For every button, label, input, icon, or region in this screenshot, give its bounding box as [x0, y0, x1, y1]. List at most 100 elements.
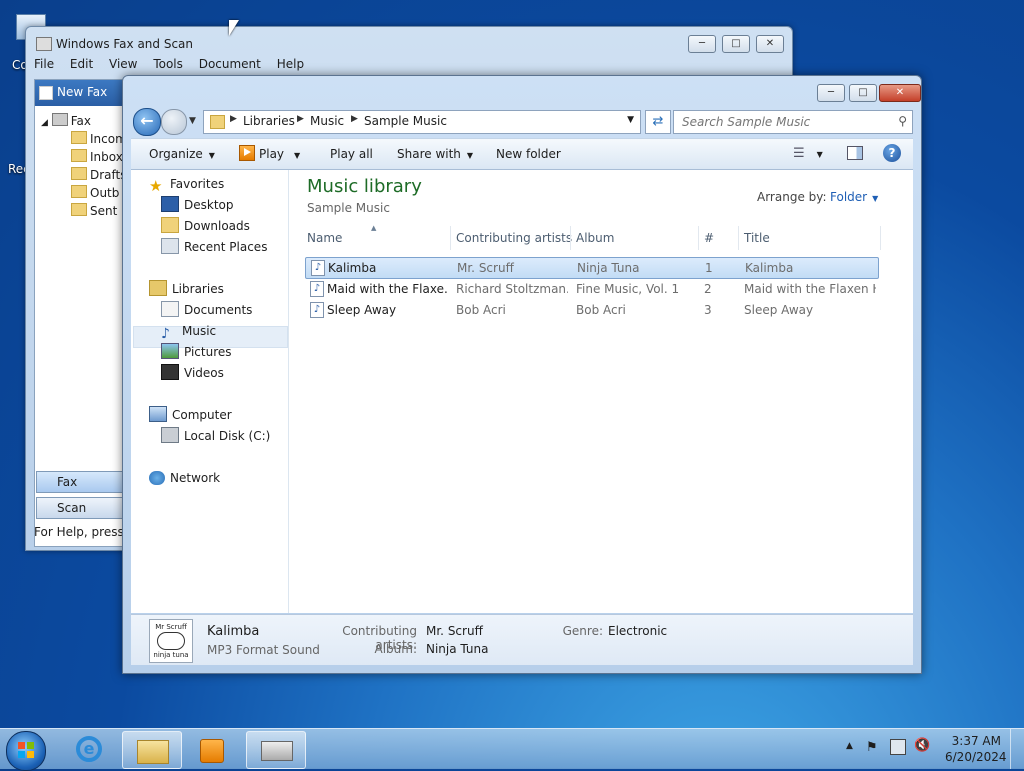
address-dropdown[interactable]: ▼: [627, 115, 634, 125]
nav-music[interactable]: ♪ Music: [161, 321, 216, 342]
show-desktop-button[interactable]: [1010, 729, 1024, 769]
pencil-icon: [71, 167, 87, 180]
taskbar-windows-explorer[interactable]: [122, 731, 182, 769]
menu-document[interactable]: Document: [199, 57, 261, 71]
tree-item-drafts[interactable]: Drafts: [41, 166, 127, 184]
search-input[interactable]: [680, 113, 884, 131]
minimize-button[interactable]: ─: [817, 84, 845, 102]
tab-fax[interactable]: Fax: [36, 471, 132, 493]
column-divider[interactable]: [698, 226, 699, 250]
details-artists-value[interactable]: Mr. Scruff: [426, 624, 483, 638]
sort-ascending-icon: ▲: [371, 224, 377, 232]
details-genre-label: Genre:: [562, 624, 603, 638]
organize-button[interactable]: Organize ▼: [149, 147, 215, 161]
fax-view-tabs: Fax Scan: [36, 471, 132, 523]
cell-title: Sleep Away: [744, 303, 814, 317]
maximize-button[interactable]: □: [849, 84, 877, 102]
music-file-icon: ♪: [310, 302, 324, 318]
arrange-by-dropdown[interactable]: Folder ▼: [830, 190, 878, 204]
network-icon[interactable]: [890, 739, 906, 755]
search-box[interactable]: ⚲: [673, 110, 913, 134]
back-button[interactable]: ←: [133, 108, 161, 136]
star-icon: ★: [149, 177, 163, 195]
menu-tools[interactable]: Tools: [153, 57, 183, 71]
table-row[interactable]: ♪ Sleep Away Bob Acri Bob Acri 3 Sleep A…: [305, 300, 877, 320]
nav-recent-places[interactable]: Recent Places: [161, 237, 267, 257]
forward-button[interactable]: [161, 109, 187, 135]
tree-item-outbox[interactable]: Outb: [41, 184, 127, 202]
clock[interactable]: 3:37 AM 6/20/2024: [945, 734, 1007, 764]
nav-label: Desktop: [184, 198, 234, 212]
details-genre-value[interactable]: Electronic: [608, 624, 667, 638]
nav-videos[interactable]: Videos: [161, 363, 224, 383]
nav-libraries[interactable]: Libraries: [149, 279, 224, 299]
new-fax-button[interactable]: New Fax: [35, 80, 133, 106]
nav-downloads[interactable]: Downloads: [161, 216, 250, 236]
maximize-button[interactable]: □: [722, 35, 750, 53]
clock-time: 3:37 AM: [951, 734, 1001, 748]
change-view-button[interactable]: ☰ ▼: [793, 146, 823, 161]
share-with-button[interactable]: Share with ▼: [397, 147, 473, 161]
table-row[interactable]: ♪ Maid with the Flaxe... Richard Stoltzm…: [305, 279, 877, 299]
action-center-flag-icon[interactable]: ⚑: [866, 740, 878, 755]
column-label: Contributing artists: [456, 231, 573, 245]
breadcrumb-music[interactable]: Music: [310, 114, 344, 128]
tree-item-inbox[interactable]: Inbox: [41, 148, 127, 166]
nav-computer[interactable]: Computer: [149, 405, 232, 425]
computer-icon: [149, 406, 167, 422]
nav-local-disk[interactable]: Local Disk (C:): [161, 426, 270, 446]
table-row[interactable]: ♪ Kalimba Mr. Scruff Ninja Tuna 1 Kalimb…: [305, 257, 879, 279]
library-subtitle: Sample Music: [307, 201, 390, 215]
address-bar[interactable]: ▶ Libraries ▶ Music ▶ Sample Music ▼: [203, 110, 641, 134]
column-divider[interactable]: [738, 226, 739, 250]
help-button[interactable]: ?: [883, 144, 901, 162]
taskbar-media-player[interactable]: [184, 731, 242, 767]
media-player-icon: [200, 739, 224, 763]
minimize-button[interactable]: ─: [688, 35, 716, 53]
column-header-artists[interactable]: Contributing artists: [456, 231, 572, 245]
new-folder-button[interactable]: New folder: [496, 147, 561, 161]
close-button[interactable]: ✕: [756, 35, 784, 53]
taskbar-fax-scan[interactable]: [246, 731, 306, 769]
start-button[interactable]: [6, 731, 46, 771]
menu-edit[interactable]: Edit: [70, 57, 93, 71]
details-album-value[interactable]: Ninja Tuna: [426, 642, 489, 656]
preview-pane-button[interactable]: [847, 146, 863, 163]
tree-label: Inbox: [90, 150, 123, 164]
column-divider[interactable]: [880, 226, 881, 250]
breadcrumb-sample-music[interactable]: Sample Music: [364, 114, 447, 128]
volume-muted-icon[interactable]: 🔇: [914, 738, 930, 753]
menu-view[interactable]: View: [109, 57, 137, 71]
column-divider[interactable]: [450, 226, 451, 250]
search-icon[interactable]: ⚲: [898, 114, 907, 128]
column-header-number[interactable]: #: [704, 231, 714, 245]
navigation-pane: ★ Favorites Desktop Downloads Recent Plac…: [131, 170, 289, 613]
nav-network[interactable]: Network: [149, 468, 220, 488]
play-button[interactable]: Play ▼: [239, 145, 300, 161]
column-divider[interactable]: [570, 226, 571, 250]
column-header-title[interactable]: Title: [744, 231, 770, 245]
tree-item-sent[interactable]: Sent: [41, 202, 127, 220]
taskbar-internet-explorer[interactable]: e: [62, 731, 120, 767]
tab-scan[interactable]: Scan: [36, 497, 132, 519]
cell-name: Kalimba: [328, 261, 377, 275]
column-header-album[interactable]: Album: [576, 231, 614, 245]
tree-item-incoming[interactable]: Incom: [41, 130, 127, 148]
folder-icon: [137, 740, 169, 764]
nav-favorites[interactable]: ★ Favorites: [149, 174, 224, 195]
menu-help[interactable]: Help: [277, 57, 304, 71]
nav-pictures[interactable]: Pictures: [161, 342, 232, 362]
refresh-button[interactable]: ⇄: [645, 110, 671, 134]
details-view-icon: ☰: [793, 146, 805, 161]
play-all-button[interactable]: Play all: [330, 147, 373, 161]
column-header-name[interactable]: Name: [307, 231, 342, 245]
show-hidden-icons-button[interactable]: ▲: [846, 741, 853, 751]
nav-desktop[interactable]: Desktop: [161, 195, 234, 215]
menu-file[interactable]: File: [34, 57, 54, 71]
close-button[interactable]: ✕: [879, 84, 921, 102]
tree-item-fax[interactable]: ◢ Fax: [41, 112, 127, 130]
breadcrumb-libraries[interactable]: Libraries: [243, 114, 295, 128]
recent-pages-dropdown[interactable]: ▼: [189, 116, 196, 126]
nav-documents[interactable]: Documents: [161, 300, 252, 320]
tree-label: Outb: [90, 186, 120, 200]
